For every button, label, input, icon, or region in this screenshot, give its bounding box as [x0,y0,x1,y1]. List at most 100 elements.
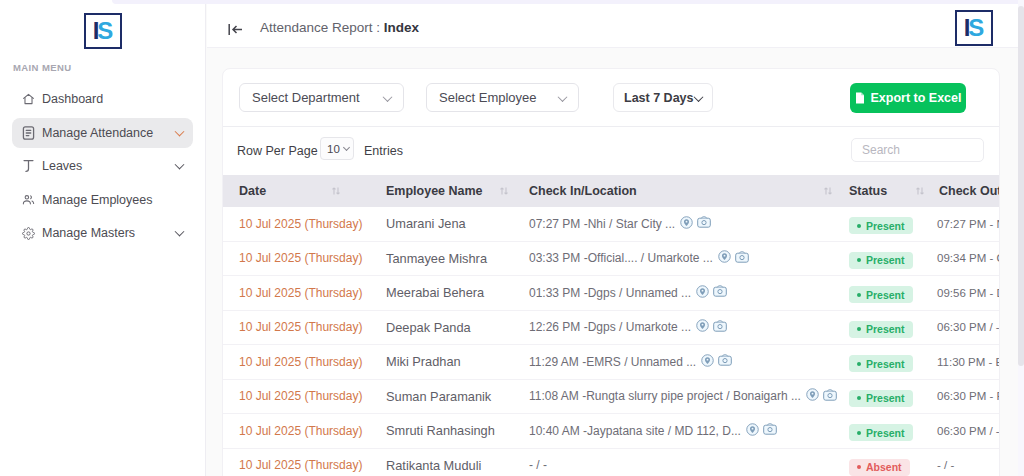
select-employee[interactable]: Select Employee [426,83,579,112]
column-header-check-out[interactable]: Check Out/Location [929,184,1000,198]
search-input[interactable] [851,138,984,162]
cell-employee-name: Smruti Ranhasingh [369,423,513,438]
cell-check-out: 06:30 PM - F [929,390,1000,402]
sidebar-item-dashboard[interactable]: Dashboard [12,84,193,114]
chevron-down-icon [343,144,350,151]
cell-check-in: 12:26 PM -Dgps / Umarkote ... [513,319,839,335]
camera-icon[interactable] [718,354,732,369]
sidebar-item-manage-attendance[interactable]: Manage Attendance [12,118,193,148]
cell-employee-name: Miki Pradhan [369,354,513,369]
header-logo: IS [955,10,993,46]
cell-check-in: 01:33 PM -Dgps / Unnamed ... [513,285,839,301]
cell-status: Absent [839,455,929,476]
masters-icon [22,226,35,240]
sidebar-menu: Dashboard Manage Attendance Leaves Manag… [12,84,193,252]
cell-employee-name: Umarani Jena [369,216,513,231]
status-badge: Absent [849,459,910,476]
cell-employee-name: Ratikanta Muduli [369,458,513,473]
chevron-down-icon [383,92,393,102]
cell-date: 10 Jul 2025 (Thursday) [223,320,369,334]
status-badge: Present [849,321,913,338]
cell-date: 10 Jul 2025 (Thursday) [223,424,369,438]
sidebar-logo[interactable]: IS [84,13,122,49]
scrollbar-thumb[interactable] [1018,6,1024,366]
row-per-page-select[interactable]: 10 [320,137,354,160]
export-to-excel-button[interactable]: Export to Excel [850,83,966,113]
sort-icon [823,185,833,199]
collapse-sidebar-icon[interactable] [228,22,243,39]
cell-check-out: 11:30 PM - E [929,356,1000,368]
cell-check-out: 06:30 PM / - [929,321,1000,333]
main-menu-label: MAIN MENU [13,62,72,73]
sidebar-item-leaves[interactable]: Leaves [12,151,193,181]
cell-check-in: - / - [513,458,839,472]
sidebar-item-manage-masters[interactable]: Manage Masters [12,218,193,248]
attendance-icon [22,126,35,140]
location-pin-icon[interactable] [696,285,709,301]
status-badge: Present [849,390,913,407]
cell-status: Present [839,386,929,407]
table-row: 10 Jul 2025 (Thursday) Suman Paramanik 1… [223,380,1000,415]
filters-bar: Select Department Select Employee Last 7… [223,69,999,127]
camera-icon[interactable] [735,251,749,266]
location-pin-icon[interactable] [696,319,709,335]
top-strip [112,0,1024,4]
table-row: 10 Jul 2025 (Thursday) Tanmayee Mishra 0… [223,242,1000,277]
cell-check-in: 03:33 PM -Official.... / Umarkote ... [513,250,839,266]
date-range-select[interactable]: Last 7 Days [613,83,713,112]
location-pin-icon[interactable] [806,388,819,404]
cell-date: 10 Jul 2025 (Thursday) [223,217,369,231]
table-row: 10 Jul 2025 (Thursday) Meerabai Behera 0… [223,276,1000,311]
location-pin-icon[interactable] [680,216,693,232]
cell-check-in: 11:29 AM -EMRS / Unnamed ... [513,354,839,370]
cell-check-in: 10:40 AM -Jaypatana site / MD 112, D... [513,423,839,439]
page-title: Attendance Report : Index [260,20,419,35]
chevron-down-icon [558,92,568,102]
cell-check-in: 11:08 AM -Rungta slurry pipe project / B… [513,388,839,404]
column-header-employee-name[interactable]: Employee Name [369,184,513,198]
status-badge: Present [849,286,913,303]
sidebar-item-label: Manage Employees [42,193,152,207]
cell-employee-name: Deepak Panda [369,320,513,335]
chevron-down-icon [175,227,185,237]
chevron-down-icon [694,92,704,102]
sidebar-item-label: Manage Masters [42,226,135,240]
cell-employee-name: Tanmayee Mishra [369,251,513,266]
column-header-date[interactable]: Date [223,184,369,198]
cell-employee-name: Meerabai Behera [369,285,513,300]
table-row: 10 Jul 2025 (Thursday) Ratikanta Muduli … [223,449,1000,476]
scrollbar-track[interactable] [1018,0,1024,476]
camera-icon[interactable] [713,320,727,335]
sort-icon [331,185,341,199]
location-pin-icon[interactable] [701,354,714,370]
cell-check-out: 09:56 PM - D [929,287,1000,299]
camera-icon[interactable] [763,423,777,438]
sidebar-item-label: Manage Attendance [42,126,153,140]
cell-check-out: 06:30 PM / - [929,425,1000,437]
camera-icon[interactable] [697,216,711,231]
select-department[interactable]: Select Department [239,83,404,112]
sidebar-item-label: Dashboard [42,92,103,106]
content-area: Select Department Select Employee Last 7… [207,48,1024,476]
sort-icon [915,185,925,199]
cell-date: 10 Jul 2025 (Thursday) [223,355,369,369]
chevron-down-icon [175,126,185,136]
column-header-check-in[interactable]: Check In/Location [513,184,839,198]
report-card: Select Department Select Employee Last 7… [222,68,1000,476]
cell-status: Present [839,214,929,235]
location-pin-icon[interactable] [746,423,759,439]
cell-check-out: 07:27 PM - N [929,218,1000,230]
cell-status: Present [839,421,929,442]
column-header-status[interactable]: Status [839,184,929,198]
sidebar-item-manage-employees[interactable]: Manage Employees [12,185,193,215]
cell-status: Present [839,248,929,269]
cell-status: Present [839,317,929,338]
cell-date: 10 Jul 2025 (Thursday) [223,251,369,265]
camera-icon[interactable] [823,389,837,404]
cell-date: 10 Jul 2025 (Thursday) [223,458,369,472]
camera-icon[interactable] [713,285,727,300]
location-pin-icon[interactable] [718,250,731,266]
chevron-down-icon [175,160,185,170]
cell-date: 10 Jul 2025 (Thursday) [223,389,369,403]
sidebar: IS MAIN MENU Dashboard Manage Attendance… [0,0,206,476]
